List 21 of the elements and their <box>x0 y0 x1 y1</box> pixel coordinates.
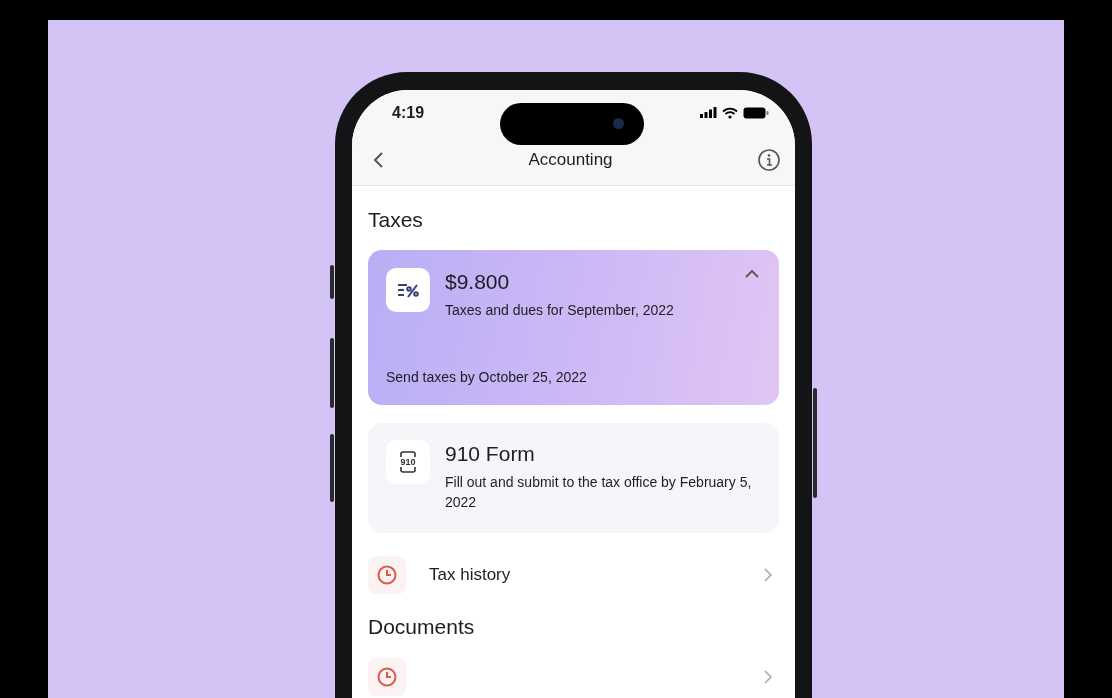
percent-list-icon <box>386 268 430 312</box>
wifi-icon <box>722 106 738 119</box>
battery-icon <box>743 106 769 119</box>
list-item-label[interactable]: Tax history <box>429 565 740 585</box>
back-icon[interactable] <box>372 151 384 169</box>
tax-deadline: Send taxes by October 25, 2022 <box>386 369 588 385</box>
form-card[interactable]: 910 910 Form Fill out and submit to the tax office by February 5, 2022 <box>368 423 779 533</box>
form-description: Fill out and submit to the tax office by February 5, 2022 <box>445 473 753 512</box>
tax-summary-card[interactable]: $9.800 Taxes and dues for September, 2022 Send taxes by October 25, 2022 <box>368 250 779 405</box>
form-title: 910 Form <box>445 442 536 466</box>
clock-icon <box>376 666 398 688</box>
caret-icon[interactable] <box>743 268 761 280</box>
screen-title: Accounting <box>528 150 613 170</box>
status-time: 4:19 <box>392 103 425 122</box>
clock-icon <box>376 564 398 586</box>
tax-amount: $9.800 <box>445 270 511 294</box>
tax-period: Taxes and dues for September, 2022 <box>445 301 675 320</box>
section-heading: Taxes <box>368 208 424 232</box>
section-heading: Documents <box>368 615 476 639</box>
signal-icon <box>700 107 717 118</box>
info-icon[interactable] <box>757 148 781 172</box>
